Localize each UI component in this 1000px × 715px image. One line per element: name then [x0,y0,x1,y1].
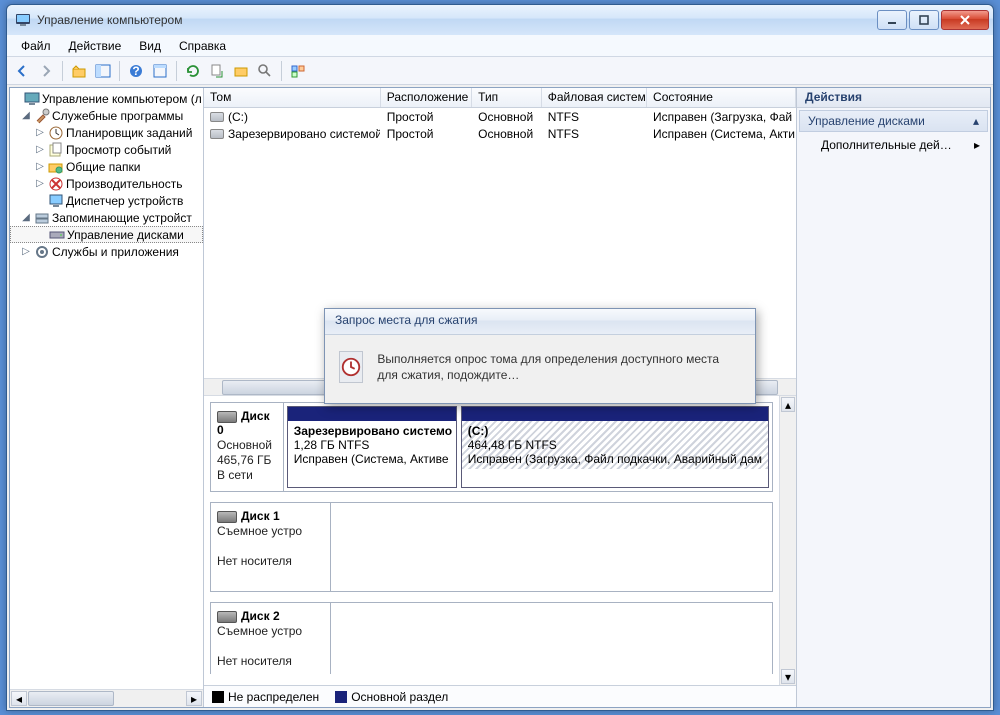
show-hide-tree-button[interactable] [92,60,114,82]
disk-vscroll[interactable]: ▴▾ [779,396,796,685]
settings-button[interactable] [230,60,252,82]
maximize-button[interactable] [909,10,939,30]
menu-view[interactable]: Вид [131,37,169,55]
actions-more[interactable]: Дополнительные дей… ▸ [797,134,990,156]
col-status[interactable]: Состояние [647,88,796,107]
col-layout[interactable]: Расположение [381,88,472,107]
dialog-title[interactable]: Запрос места для сжатия [325,309,755,335]
shrink-query-dialog: Запрос места для сжатия Выполняется опро… [324,308,756,404]
menu-action[interactable]: Действие [61,37,130,55]
removable-icon [217,611,237,623]
tree-system-tools[interactable]: ◢ Служебные программы [10,107,203,124]
tree-storage[interactable]: ◢ Запоминающие устройст [10,209,203,226]
svg-text:?: ? [132,64,139,78]
disk-info[interactable]: Диск 0 Основной 465,76 ГБ В сети [211,403,284,491]
menu-file[interactable]: Файл [13,37,59,55]
title-bar[interactable]: Управление компьютером [7,5,993,35]
tree-task-scheduler[interactable]: ▷ Планировщик заданий [10,124,203,141]
menu-bar: Файл Действие Вид Справка [7,35,993,57]
disk-mgmt-icon [49,227,65,243]
volume-row[interactable]: Зарезервировано системой Простой Основно… [204,125,796,142]
back-button[interactable] [11,60,33,82]
tree-performance[interactable]: ▷ Производительность [10,175,203,192]
legend-swatch-primary [335,691,347,703]
clock-wait-icon [339,351,363,383]
actions-pane: Действия Управление дисками ▴ Дополнител… [796,88,990,707]
properties-button[interactable] [149,60,171,82]
services-icon [34,244,50,260]
tree-hscroll[interactable]: ◂▸ [10,689,203,707]
disk-card: Диск 0 Основной 465,76 ГБ В сети Зарезер… [210,402,773,492]
legend: Не распределен Основной раздел [204,685,796,707]
col-fs[interactable]: Файловая система [542,88,647,107]
chevron-right-icon: ▸ [974,138,980,152]
disk-layout-area[interactable]: Диск 0 Основной 465,76 ГБ В сети Зарезер… [204,396,779,685]
computer-icon [24,91,40,107]
device-icon [48,193,64,209]
folder-share-icon [48,159,64,175]
collapse-icon: ▴ [973,114,979,128]
volume-header: Том Расположение Тип Файловая система Со… [204,88,796,108]
refresh-button[interactable] [182,60,204,82]
minimize-button[interactable] [877,10,907,30]
col-volume[interactable]: Том [204,88,381,107]
disk-info[interactable]: Диск 2 Съемное устро Нет носителя [211,603,331,674]
clock-icon [48,125,64,141]
export-list-button[interactable] [206,60,228,82]
dialog-text: Выполняется опрос тома для определения д… [377,351,741,383]
menu-help[interactable]: Справка [171,37,234,55]
tools-icon [34,108,50,124]
disk-card: Диск 2 Съемное устро Нет носителя [210,602,773,674]
removable-icon [217,511,237,523]
drive-icon [210,129,224,139]
help-button[interactable]: ? [125,60,147,82]
tree-view[interactable]: Управление компьютером (л ◢ Служебные пр… [10,88,203,689]
event-icon [48,142,64,158]
tree-event-viewer[interactable]: ▷ Просмотр событий [10,141,203,158]
actions-section[interactable]: Управление дисками ▴ [799,110,988,132]
tool-bar: ? [7,57,993,85]
forward-button[interactable] [35,60,57,82]
col-type[interactable]: Тип [472,88,542,107]
disk-card: Диск 1 Съемное устро Нет носителя [210,502,773,592]
up-button[interactable] [68,60,90,82]
close-button[interactable] [941,10,989,30]
legend-swatch-unallocated [212,691,224,703]
storage-icon [34,210,50,226]
tree-pane: Управление компьютером (л ◢ Служебные пр… [10,88,204,707]
tree-device-manager[interactable]: Диспетчер устройств [10,192,203,209]
disk-info[interactable]: Диск 1 Съемное устро Нет носителя [211,503,331,591]
find-button[interactable] [254,60,276,82]
tree-disk-management[interactable]: Управление дисками [10,226,203,243]
actions-header: Действия [797,88,990,108]
partition-box[interactable]: (C:) 464,48 ГБ NTFS Исправен (Загрузка, … [461,406,769,488]
drive-icon [210,112,224,122]
partition-box[interactable]: Зарезервировано системо 1,28 ГБ NTFS Исп… [287,406,457,488]
volume-row[interactable]: (C:) Простой Основной NTFS Исправен (Заг… [204,108,796,125]
tree-root[interactable]: Управление компьютером (л [10,90,203,107]
window-title: Управление компьютером [37,13,877,27]
extra-button[interactable] [287,60,309,82]
app-icon [15,12,31,28]
hdd-icon [217,411,237,423]
tree-services-apps[interactable]: ▷ Службы и приложения [10,243,203,260]
tree-shared-folders[interactable]: ▷ Общие папки [10,158,203,175]
perf-icon [48,176,64,192]
